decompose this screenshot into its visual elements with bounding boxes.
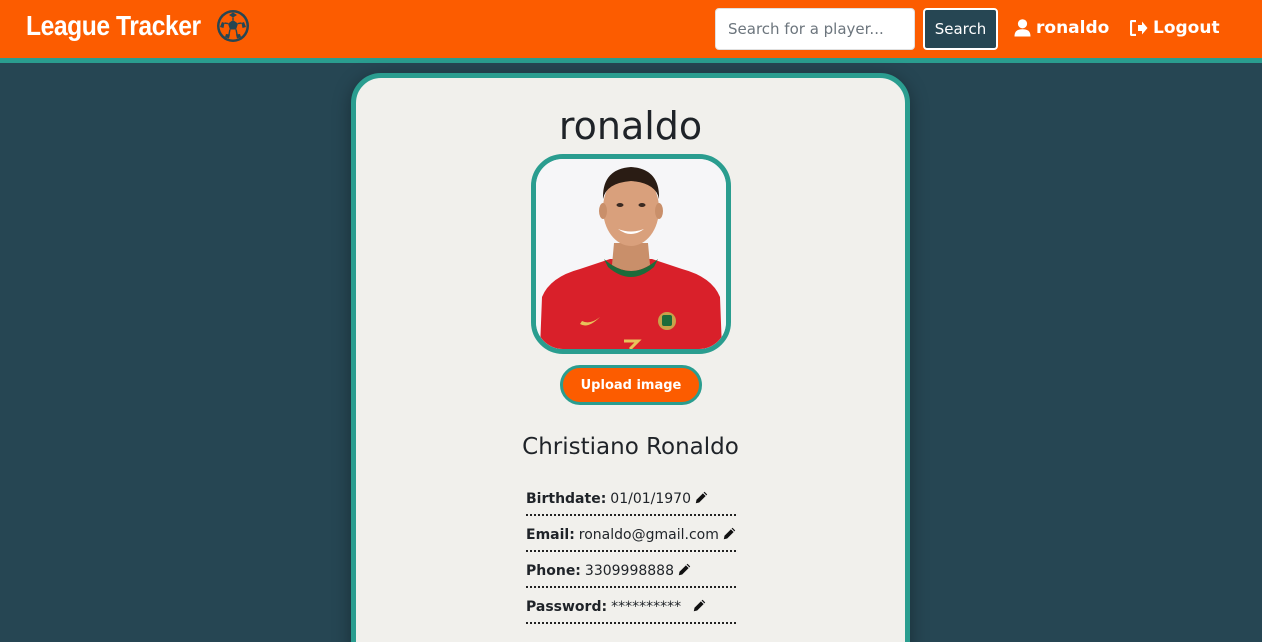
info-row-email: Email: ronaldo@gmail.com	[526, 516, 736, 552]
user-icon	[1014, 19, 1031, 37]
brand[interactable]: League Tracker	[26, 9, 250, 43]
info-label: Birthdate:	[526, 491, 607, 507]
brand-title[interactable]: League Tracker	[26, 10, 201, 42]
profile-card: ronaldo Upload image Christiano Ronaldo …	[351, 73, 910, 642]
nav-user-link[interactable]: ronaldo	[1014, 18, 1109, 38]
info-label: Phone:	[526, 563, 581, 579]
avatar	[531, 154, 731, 354]
pencil-icon[interactable]	[723, 527, 736, 544]
info-label: Password:	[526, 599, 608, 615]
navbar: League Tracker Search for a player... Se…	[0, 0, 1262, 63]
full-name: Christiano Ronaldo	[522, 434, 739, 460]
info-value: ronaldo@gmail.com	[578, 527, 719, 543]
profile-photo	[536, 159, 726, 349]
info-label: Email:	[526, 527, 575, 543]
pencil-icon[interactable]	[678, 563, 691, 580]
info-row-birthdate: Birthdate: 01/01/1970	[526, 480, 736, 516]
search-button[interactable]: Search	[923, 8, 998, 50]
pencil-icon[interactable]	[695, 491, 708, 508]
info-value: 3309998888	[584, 563, 674, 579]
logout-label: Logout	[1153, 18, 1220, 38]
info-row-password: Password: **********	[526, 588, 736, 624]
upload-image-button[interactable]: Upload image	[560, 365, 702, 405]
logout-icon	[1130, 20, 1148, 36]
pencil-icon[interactable]	[693, 599, 706, 616]
info-row-phone: Phone: 3309998888	[526, 552, 736, 588]
info-value: 01/01/1970	[610, 491, 691, 507]
profile-username: ronaldo	[558, 104, 703, 148]
soccer-ball-icon	[216, 9, 250, 43]
nav-user-label: ronaldo	[1036, 18, 1110, 38]
search-input[interactable]	[715, 8, 915, 50]
profile-info-list: Birthdate: 01/01/1970 Email: ronaldo@gma…	[526, 480, 736, 624]
info-value: **********	[611, 599, 682, 615]
logout-link[interactable]: Logout	[1130, 18, 1220, 38]
